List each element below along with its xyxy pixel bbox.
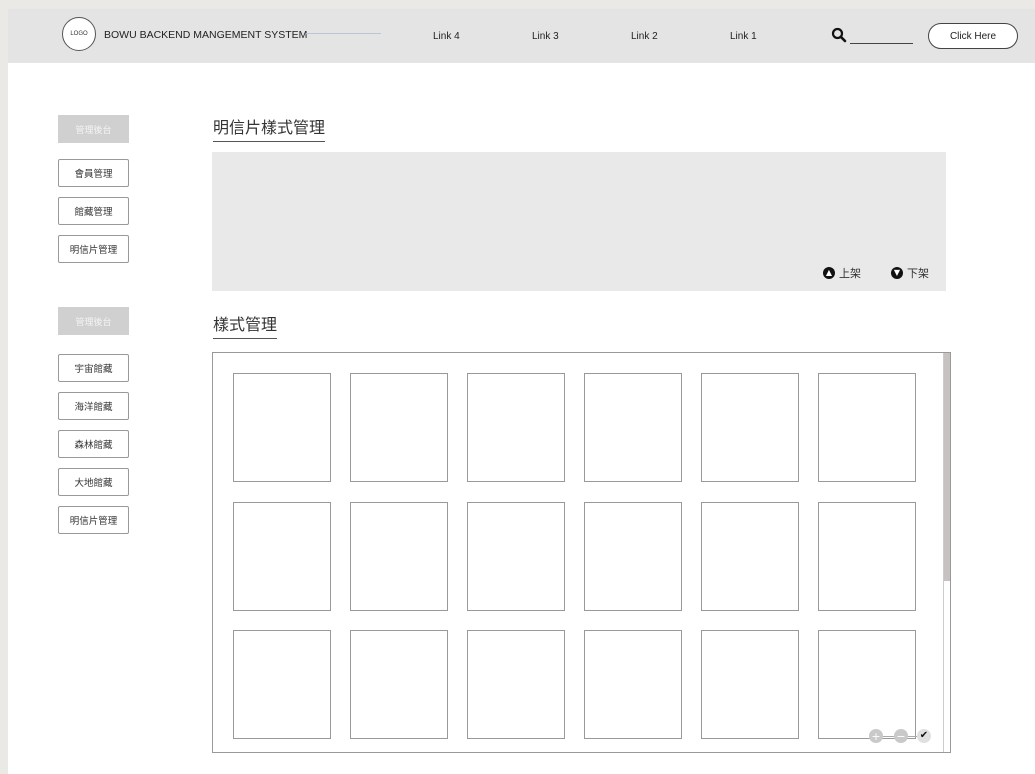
sidebar-item-universe[interactable]: 宇宙館藏 bbox=[58, 354, 129, 382]
style-grid-panel: + − ✔ bbox=[212, 352, 951, 753]
top-header: LOGO BOWU BACKEND MANGEMENT SYSTEM Link … bbox=[8, 9, 1035, 63]
click-here-button[interactable]: Click Here bbox=[928, 23, 1018, 49]
plus-circle-icon[interactable]: + bbox=[869, 729, 883, 743]
title-divider bbox=[306, 33, 381, 34]
style-tile[interactable] bbox=[701, 373, 799, 482]
style-tile[interactable] bbox=[818, 630, 916, 739]
nav-link-2[interactable]: Link 2 bbox=[631, 31, 658, 42]
unpublish-button[interactable]: ▼ 下架 bbox=[891, 265, 929, 281]
sidebar-item-postcards[interactable]: 明信片管理 bbox=[58, 235, 129, 263]
sidebar-item-earth[interactable]: 大地館藏 bbox=[58, 468, 129, 496]
style-tile[interactable] bbox=[350, 630, 448, 739]
style-tile[interactable] bbox=[584, 630, 682, 739]
style-tile[interactable] bbox=[701, 630, 799, 739]
publish-label: 上架 bbox=[839, 267, 861, 280]
style-tile[interactable] bbox=[233, 373, 331, 482]
sidebar-header-admin-2: 管理後台 bbox=[58, 307, 129, 335]
style-tile[interactable] bbox=[584, 373, 682, 482]
scroll-thumb[interactable] bbox=[944, 353, 950, 581]
style-tile[interactable] bbox=[467, 373, 565, 482]
style-tile[interactable] bbox=[467, 630, 565, 739]
minus-circle-icon[interactable]: − bbox=[894, 729, 908, 743]
unpublish-label: 下架 bbox=[907, 267, 929, 280]
postcard-style-title: 明信片樣式管理 bbox=[213, 114, 326, 142]
sidebar-item-ocean[interactable]: 海洋館藏 bbox=[58, 392, 129, 420]
style-tile[interactable] bbox=[584, 501, 682, 611]
nav-link-3[interactable]: Link 3 bbox=[532, 31, 559, 42]
style-tile[interactable] bbox=[818, 373, 916, 482]
postcard-preview-panel: ▲ 上架 ▼ 下架 bbox=[212, 152, 946, 291]
check-circle-icon[interactable]: ✔ bbox=[917, 729, 931, 743]
system-title: BOWU BACKEND MANGEMENT SYSTEM bbox=[104, 29, 308, 41]
search-icon[interactable] bbox=[831, 27, 847, 43]
style-tile[interactable] bbox=[350, 501, 448, 611]
style-management-title: 樣式管理 bbox=[213, 311, 278, 339]
page: LOGO BOWU BACKEND MANGEMENT SYSTEM Link … bbox=[8, 9, 1035, 774]
sidebar-item-collections[interactable]: 館藏管理 bbox=[58, 197, 129, 225]
logo[interactable]: LOGO bbox=[62, 17, 96, 51]
nav-link-1[interactable]: Link 1 bbox=[730, 31, 757, 42]
sidebar-item-postcards-2[interactable]: 明信片管理 bbox=[58, 506, 129, 534]
sidebar-item-forest[interactable]: 森林館藏 bbox=[58, 430, 129, 458]
sidebar-item-members[interactable]: 會員管理 bbox=[58, 159, 129, 187]
style-tile[interactable] bbox=[467, 501, 565, 611]
arrow-up-circle-icon: ▲ bbox=[823, 267, 835, 279]
publish-button[interactable]: ▲ 上架 bbox=[823, 265, 861, 281]
nav-link-4[interactable]: Link 4 bbox=[433, 31, 460, 42]
style-tile[interactable] bbox=[350, 373, 448, 482]
arrow-down-circle-icon: ▼ bbox=[891, 267, 903, 279]
style-tile[interactable] bbox=[233, 501, 331, 611]
search-input[interactable] bbox=[850, 28, 913, 44]
style-tile[interactable] bbox=[233, 630, 331, 739]
scrollbar[interactable] bbox=[943, 353, 950, 752]
style-tile[interactable] bbox=[701, 501, 799, 611]
style-tile[interactable] bbox=[818, 501, 916, 611]
sidebar-header-admin: 管理後台 bbox=[58, 115, 129, 143]
